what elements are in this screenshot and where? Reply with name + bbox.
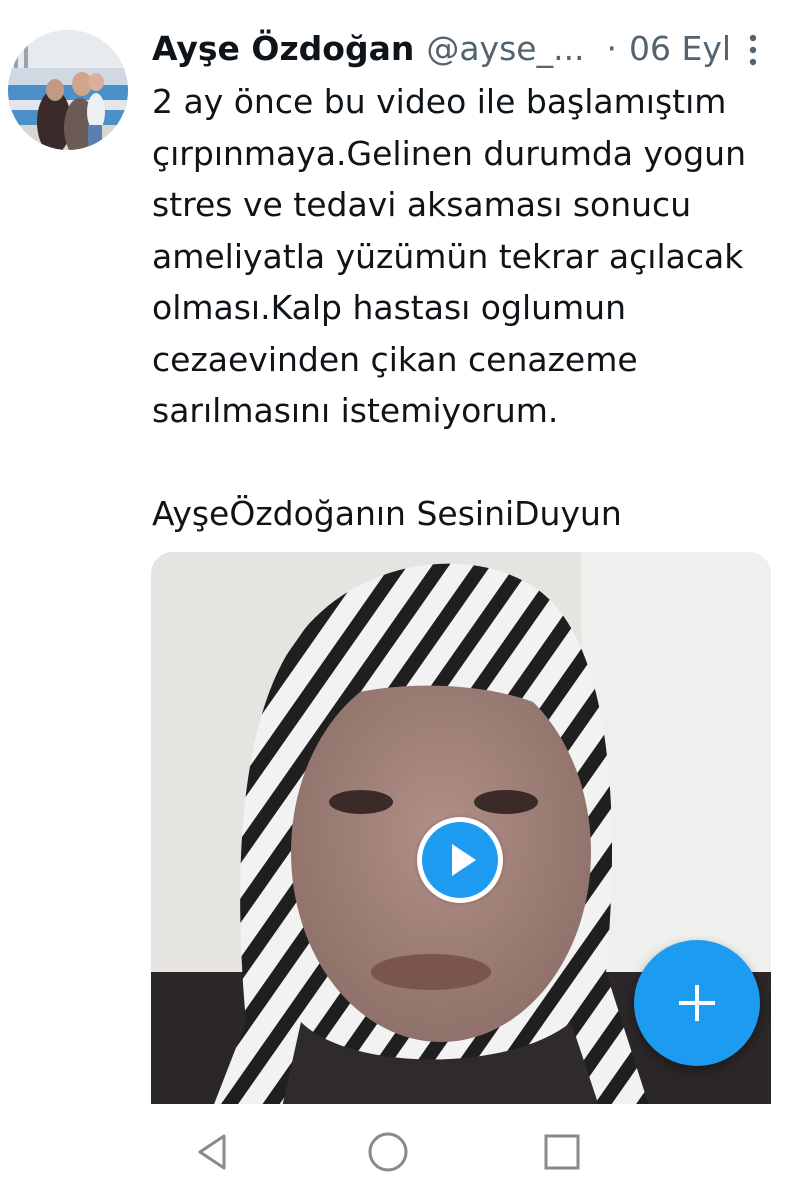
play-button[interactable] xyxy=(417,817,503,903)
nav-home-button[interactable] xyxy=(364,1130,412,1174)
home-circle-icon xyxy=(368,1132,408,1172)
play-icon xyxy=(452,844,476,876)
tweet-text: 2 ay önce bu video ile başlamıştım çırpı… xyxy=(152,76,792,540)
author-avatar[interactable] xyxy=(8,30,128,150)
plus-icon xyxy=(679,985,715,1021)
nav-recents-button[interactable] xyxy=(538,1130,586,1174)
compose-tweet-button[interactable] xyxy=(634,940,760,1066)
author-name[interactable]: Ayşe Özdoğan xyxy=(152,29,414,68)
tweet-text-line: 2 ay önce bu video ile başlamıştım xyxy=(152,82,727,121)
tweet-text-line: cezaevinden çikan cenazeme xyxy=(152,339,638,379)
tweet-text-line: ameliyatla yüzümün tekrar açılacak xyxy=(152,236,744,276)
more-options-button[interactable] xyxy=(740,30,766,70)
hashtag-line[interactable]: AyşeÖzdoğanın SesiniDuyun xyxy=(152,488,792,540)
tweet-text-line: çırpınmaya.Gelinen durumda yogun xyxy=(152,133,746,173)
tweet-text-line: olması.Kalp hastası oglumun xyxy=(152,288,627,327)
nav-back-button[interactable] xyxy=(188,1130,236,1174)
tweet-header: Ayşe Özdoğan @ayse_... · 06 Eyl xyxy=(152,24,731,72)
tweet-text-line: sarılmasını istemiyorum. xyxy=(152,391,559,430)
recents-square-icon xyxy=(544,1134,580,1170)
tweet-date[interactable]: 06 Eyl xyxy=(629,29,731,68)
tweet-text-line: stres ve tedavi aksaması sonucu xyxy=(152,185,692,224)
separator-dot: · xyxy=(606,28,618,68)
more-vertical-icon xyxy=(749,34,757,66)
back-triangle-icon xyxy=(198,1134,226,1170)
avatar-photo xyxy=(8,30,128,150)
author-handle[interactable]: @ayse_... xyxy=(426,29,584,68)
